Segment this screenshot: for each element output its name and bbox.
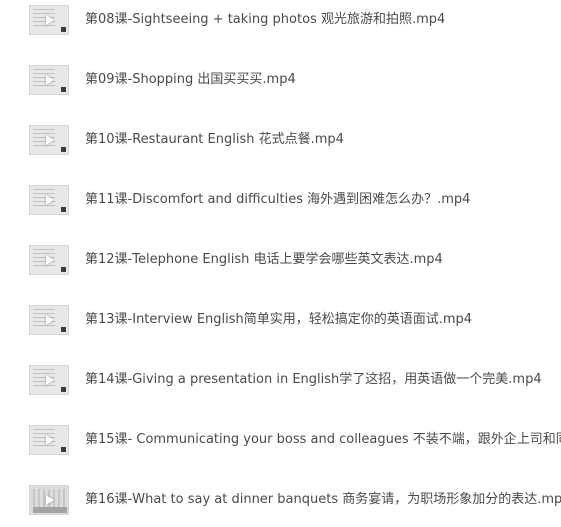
file-name[interactable]: 第11课-Discomfort and difficulties 海外遇到困难怎… bbox=[85, 191, 470, 209]
file-item[interactable]: 第10课-Restaurant English 花式点餐.mp4 bbox=[0, 121, 561, 169]
video-thumbnail bbox=[29, 485, 69, 515]
play-icon bbox=[46, 435, 54, 445]
video-thumbnail bbox=[29, 425, 69, 455]
video-thumbnail bbox=[29, 65, 69, 95]
file-item[interactable]: 第16课-What to say at dinner banquets 商务宴请… bbox=[0, 481, 561, 527]
file-item[interactable]: 第13课-Interview English简单实用，轻松搞定你的英语面试.mp… bbox=[0, 301, 561, 349]
file-name[interactable]: 第09课-Shopping 出国买买买.mp4 bbox=[85, 71, 296, 89]
file-item[interactable]: 第09课-Shopping 出国买买买.mp4 bbox=[0, 61, 561, 109]
file-name[interactable]: 第08课-Sightseeing + taking photos 观光旅游和拍照… bbox=[85, 11, 445, 29]
file-item[interactable]: 第08课-Sightseeing + taking photos 观光旅游和拍照… bbox=[0, 1, 561, 49]
file-name[interactable]: 第16课-What to say at dinner banquets 商务宴请… bbox=[85, 491, 561, 509]
play-icon bbox=[46, 255, 54, 265]
play-icon bbox=[46, 315, 54, 325]
video-thumbnail bbox=[29, 5, 69, 35]
video-thumbnail bbox=[29, 305, 69, 335]
file-name[interactable]: 第15课- Communicating your boss and collea… bbox=[85, 431, 561, 449]
play-icon bbox=[46, 15, 54, 25]
video-thumbnail bbox=[29, 365, 69, 395]
file-name[interactable]: 第14课-Giving a presentation in English学了这… bbox=[85, 371, 542, 389]
play-icon bbox=[46, 135, 54, 145]
file-list: 第08课-Sightseeing + taking photos 观光旅游和拍照… bbox=[0, 0, 561, 527]
file-name[interactable]: 第12课-Telephone English 电话上要学会哪些英文表达.mp4 bbox=[85, 251, 443, 269]
play-icon bbox=[46, 75, 54, 85]
play-icon bbox=[46, 375, 54, 385]
file-name[interactable]: 第10课-Restaurant English 花式点餐.mp4 bbox=[85, 131, 344, 149]
video-thumbnail bbox=[29, 185, 69, 215]
play-icon bbox=[46, 495, 54, 505]
file-item[interactable]: 第12课-Telephone English 电话上要学会哪些英文表达.mp4 bbox=[0, 241, 561, 289]
file-item[interactable]: 第14课-Giving a presentation in English学了这… bbox=[0, 361, 561, 409]
play-icon bbox=[46, 195, 54, 205]
file-item[interactable]: 第11课-Discomfort and difficulties 海外遇到困难怎… bbox=[0, 181, 561, 229]
file-item[interactable]: 第15课- Communicating your boss and collea… bbox=[0, 421, 561, 469]
file-name[interactable]: 第13课-Interview English简单实用，轻松搞定你的英语面试.mp… bbox=[85, 311, 472, 329]
video-thumbnail bbox=[29, 245, 69, 275]
video-thumbnail bbox=[29, 125, 69, 155]
